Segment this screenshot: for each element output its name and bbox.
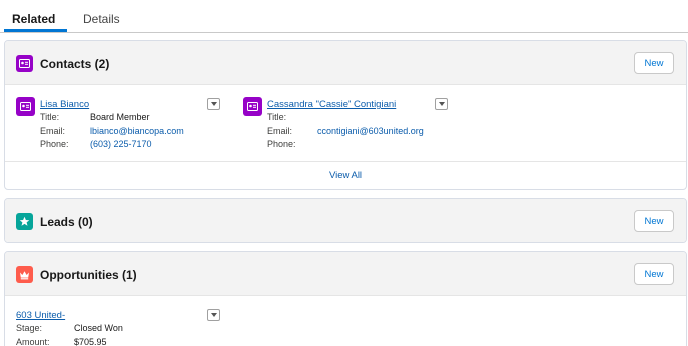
contact-phone-link[interactable]: (603) 225-7170 — [90, 139, 152, 149]
leads-card-header: Leads (0) New — [5, 199, 686, 242]
contacts-card-header: Contacts (2) New — [5, 41, 686, 85]
field-label: Phone: — [267, 139, 296, 149]
leads-title[interactable]: Leads (0) — [40, 215, 93, 229]
contact-email-link[interactable]: ccontigiani@603united.org — [317, 126, 424, 136]
contact-title-value: Board Member — [90, 112, 150, 122]
opportunity-actions-dropdown[interactable] — [207, 309, 220, 321]
view-all-contacts-link[interactable]: View All — [329, 170, 362, 181]
opportunity-amount-value: $705.95 — [74, 337, 107, 346]
tab-details[interactable]: Details — [83, 12, 120, 26]
new-opportunity-button[interactable]: New — [634, 263, 674, 285]
crown-icon — [16, 266, 33, 283]
tab-related[interactable]: Related — [12, 12, 55, 26]
active-tab-indicator — [4, 29, 67, 32]
opportunities-title[interactable]: Opportunities (1) — [40, 268, 137, 282]
field-label: Amount: — [16, 337, 50, 346]
field-label: Stage: — [16, 323, 43, 333]
chevron-down-icon — [438, 102, 445, 106]
chevron-down-icon — [210, 102, 217, 106]
contact-card-icon — [16, 55, 33, 72]
opportunities-card: Opportunities (1) New 603 United- Stage:… — [4, 251, 687, 346]
field-label: Title: — [40, 112, 60, 122]
field-label: Email: — [40, 126, 66, 136]
new-contact-button[interactable]: New — [634, 52, 674, 74]
contact-actions-dropdown[interactable] — [435, 98, 448, 110]
contacts-card: Contacts (2) New Lisa Bianco Title: Boar… — [4, 40, 687, 190]
opportunities-card-header: Opportunities (1) New — [5, 252, 686, 296]
field-label: Title: — [267, 112, 287, 122]
contacts-footer: View All — [5, 161, 686, 189]
leads-card: Leads (0) New — [4, 198, 687, 243]
lead-star-icon — [16, 213, 33, 230]
field-label: Phone: — [40, 139, 69, 149]
contact-icon — [243, 97, 262, 116]
opportunity-stage-value: Closed Won — [74, 323, 123, 333]
chevron-down-icon — [210, 313, 217, 317]
tab-bar: Related Details — [0, 0, 688, 33]
new-lead-button[interactable]: New — [634, 210, 674, 232]
contact-actions-dropdown[interactable] — [207, 98, 220, 110]
contacts-title[interactable]: Contacts (2) — [40, 57, 109, 71]
field-label: Email: — [267, 126, 293, 136]
contact-name-link[interactable]: Cassandra "Cassie" Contigiani — [267, 99, 396, 110]
contact-name-link[interactable]: Lisa Bianco — [40, 99, 89, 110]
contact-icon — [16, 97, 35, 116]
opportunity-name-link[interactable]: 603 United- — [16, 310, 65, 321]
contact-email-link[interactable]: lbianco@biancopa.com — [90, 126, 184, 136]
